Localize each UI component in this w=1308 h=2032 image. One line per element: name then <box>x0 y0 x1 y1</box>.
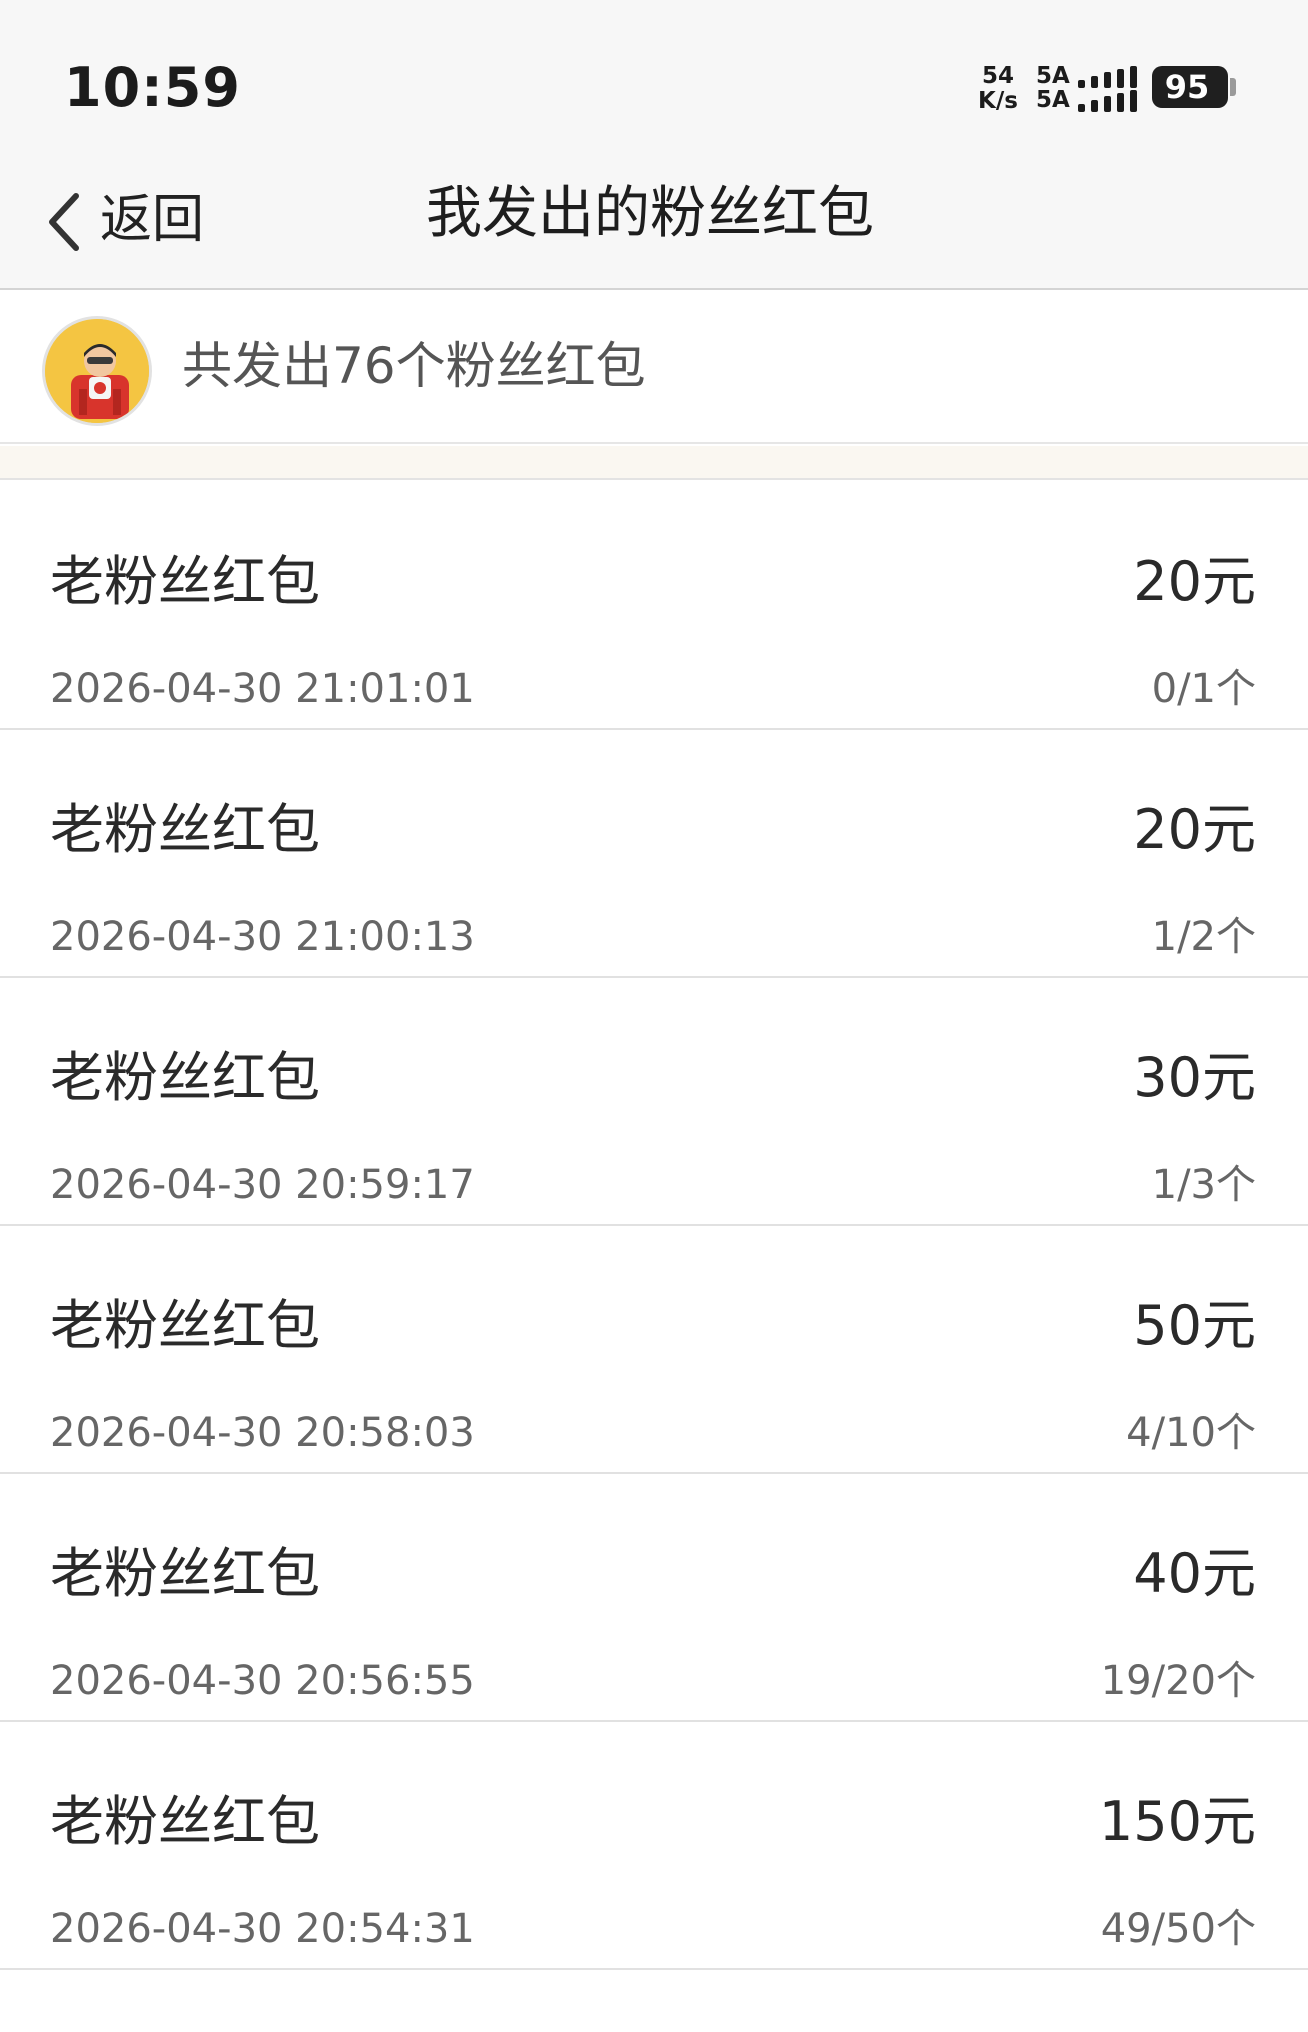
battery-icon: 95 <box>1152 66 1228 108</box>
item-claimed-count: 1/3个 <box>1151 1162 1256 1208</box>
status-clock: 10:59 <box>64 56 241 119</box>
item-claimed-count: 0/1个 <box>1151 666 1256 712</box>
network-speed-value: 54 <box>981 63 1014 89</box>
network-speed-unit: K/s <box>978 88 1018 114</box>
item-amount: 30元 <box>1133 1046 1256 1109</box>
battery-cap <box>1230 78 1236 96</box>
red-packet-list: 老粉丝红包 20元 2026-04-30 21:01:01 0/1个 老粉丝红包… <box>0 482 1308 1970</box>
cartoon-avatar-icon[interactable] <box>42 316 152 426</box>
item-title: 老粉丝红包 <box>50 550 320 613</box>
item-time: 2026-04-30 20:54:31 <box>50 1906 475 1952</box>
item-claimed-count: 49/50个 <box>1100 1906 1256 1952</box>
item-time: 2026-04-30 20:56:55 <box>50 1658 475 1704</box>
list-item[interactable]: 老粉丝红包 20元 2026-04-30 21:01:01 0/1个 <box>0 482 1308 730</box>
item-time: 2026-04-30 21:00:13 <box>50 914 475 960</box>
list-item[interactable]: 老粉丝红包 50元 2026-04-30 20:58:03 4/10个 <box>0 1226 1308 1474</box>
network-speed: 54 K/s <box>972 64 1024 114</box>
summary-row: 共发出76个粉丝红包 <box>0 292 1308 444</box>
list-item[interactable]: 老粉丝红包 150元 2026-04-30 20:54:31 49/50个 <box>0 1722 1308 1970</box>
list-item[interactable]: 老粉丝红包 20元 2026-04-30 21:00:13 1/2个 <box>0 730 1308 978</box>
sim1-signal-bars-icon <box>1076 66 1138 88</box>
item-title: 老粉丝红包 <box>50 798 320 861</box>
summary-text: 共发出76个粉丝红包 <box>182 337 646 395</box>
sim2-label: 5A <box>1036 87 1070 113</box>
item-time: 2026-04-30 20:59:17 <box>50 1162 475 1208</box>
item-time: 2026-04-30 20:58:03 <box>50 1410 475 1456</box>
item-amount: 40元 <box>1133 1542 1256 1605</box>
item-claimed-count: 4/10个 <box>1126 1410 1256 1456</box>
section-divider <box>0 446 1308 480</box>
item-claimed-count: 19/20个 <box>1100 1658 1256 1704</box>
item-title: 老粉丝红包 <box>50 1542 320 1605</box>
list-item[interactable]: 老粉丝红包 40元 2026-04-30 20:56:55 19/20个 <box>0 1474 1308 1722</box>
battery-level: 95 <box>1164 68 1210 106</box>
sim1-label: 5A <box>1036 63 1070 89</box>
item-title: 老粉丝红包 <box>50 1294 320 1357</box>
item-time: 2026-04-30 21:01:01 <box>50 666 475 712</box>
item-amount: 20元 <box>1133 550 1256 613</box>
page-title: 我发出的粉丝红包 <box>426 181 874 246</box>
list-item[interactable]: 老粉丝红包 30元 2026-04-30 20:59:17 1/3个 <box>0 978 1308 1226</box>
item-amount: 50元 <box>1133 1294 1256 1357</box>
item-title: 老粉丝红包 <box>50 1790 320 1853</box>
item-amount: 150元 <box>1098 1790 1256 1853</box>
cellular-signal-icon: 5A 5A <box>1036 64 1138 114</box>
navigation-bar: 返回 我发出的粉丝红包 <box>0 150 1308 290</box>
item-title: 老粉丝红包 <box>50 1046 320 1109</box>
item-claimed-count: 1/2个 <box>1151 914 1256 960</box>
item-amount: 20元 <box>1133 798 1256 861</box>
sim2-signal-bars-icon <box>1076 90 1138 112</box>
